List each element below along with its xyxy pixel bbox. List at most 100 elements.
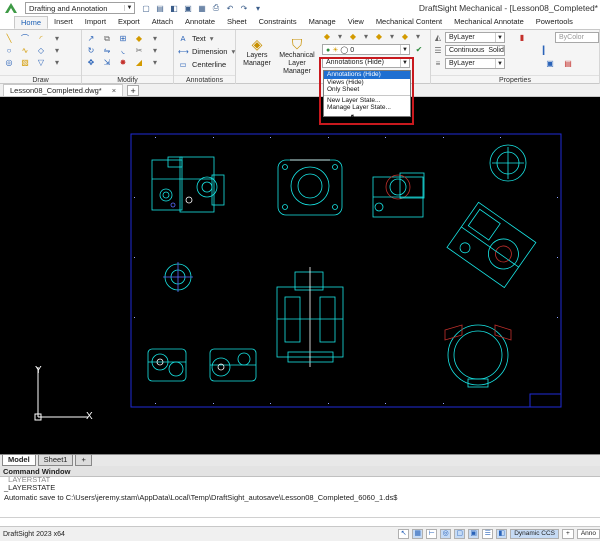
color-bars-icon[interactable]: ▮ [517, 33, 527, 42]
rectangle-icon[interactable]: ◇ [36, 46, 46, 55]
properties-icon[interactable]: ▣ [545, 59, 555, 68]
workspace-select[interactable]: Drafting and Annotation ▼ [25, 2, 135, 14]
polar-icon[interactable]: ◎ [440, 529, 452, 539]
open-icon[interactable]: ◧ [169, 3, 179, 13]
mirror-icon[interactable]: ⇋ [102, 46, 112, 55]
layer-tool-4-icon[interactable]: ◆ [400, 32, 410, 41]
document-tab[interactable]: Lesson08_Completed.dwg* × [3, 84, 124, 96]
lineweight-toggle-icon[interactable]: ☰ [482, 529, 494, 539]
copy-icon[interactable]: ⧉ [102, 34, 112, 43]
dropdown-item-views-hide[interactable]: Views (Hide) [324, 79, 410, 87]
annotation-scale-button[interactable]: Anno [576, 529, 600, 539]
draftsight-logo-icon[interactable] [3, 1, 19, 15]
bycolor-combo[interactable]: ByColor [555, 32, 599, 43]
modify-more-3-icon[interactable]: ▾ [150, 58, 160, 67]
quick-input-icon[interactable]: ◧ [496, 529, 508, 539]
dropdown-item-manage-layer-state[interactable]: Manage Layer State... [324, 104, 410, 112]
color-combo[interactable]: ByLayer ▼ [445, 32, 505, 43]
layer-tool-3-menu-icon[interactable]: ▾ [387, 32, 397, 41]
explode-icon[interactable]: ✸ [118, 58, 128, 67]
layer-tool-2-menu-icon[interactable]: ▾ [361, 32, 371, 41]
redo-icon[interactable]: ↷ [239, 3, 249, 13]
undo-icon[interactable]: ↶ [225, 3, 235, 13]
layer-tool-3-icon[interactable]: ◆ [374, 32, 384, 41]
hatch-icon[interactable]: ▧ [20, 58, 30, 67]
offset-icon[interactable]: ◢ [134, 58, 144, 67]
tab-export[interactable]: Export [112, 16, 146, 29]
tab-constraints[interactable]: Constraints [253, 16, 303, 29]
transparency-icon[interactable]: ▎ [541, 46, 551, 55]
new-document-button[interactable]: + [127, 84, 140, 96]
arc-icon[interactable]: ◜ [36, 34, 46, 43]
layer-tool-1-menu-icon[interactable]: ▾ [335, 32, 345, 41]
esnap-icon[interactable]: ▢ [454, 529, 466, 539]
dropdown-item-annotations-hide[interactable]: Annotations (Hide) [324, 71, 410, 79]
add-sheet-button[interactable]: + [75, 455, 92, 466]
check-icon[interactable]: ✔ [414, 45, 424, 54]
spline-icon[interactable]: ∿ [20, 46, 30, 55]
grid-icon[interactable]: ▦ [412, 529, 424, 539]
eraser-icon[interactable]: ◆ [134, 34, 144, 43]
lineweight-icon[interactable]: ≡ [433, 59, 443, 68]
layer-tool-2-icon[interactable]: ◆ [348, 32, 358, 41]
tab-mechanical-annotate[interactable]: Mechanical Annotate [448, 16, 530, 29]
circle-icon[interactable]: ○ [4, 46, 14, 55]
tab-insert[interactable]: Insert [48, 16, 79, 29]
command-input[interactable] [0, 517, 600, 525]
tab-model[interactable]: Model [2, 455, 36, 466]
layer-tool-4-menu-icon[interactable]: ▾ [413, 32, 423, 41]
line-icon[interactable]: ╲ [4, 34, 14, 43]
tab-sheet[interactable]: Sheet [221, 16, 253, 29]
tab-sheet1[interactable]: Sheet1 [37, 455, 74, 466]
ortho-icon[interactable]: ⊢ [426, 529, 438, 539]
draw-more-3-icon[interactable]: ▾ [52, 58, 62, 67]
save-as-icon[interactable]: ▦ [197, 3, 207, 13]
match-properties-icon[interactable]: ◭ [433, 33, 443, 42]
layers-manager-button[interactable]: ◈ Layers Manager [240, 36, 274, 68]
layer-combo[interactable]: ● ☀ ◯ 0 ▼ [322, 44, 410, 55]
text-button[interactable]: A Text ▾ [178, 33, 213, 44]
dropdown-item-new-layer-state[interactable]: New Layer State... [324, 97, 410, 105]
linetype-icon[interactable]: ☰ [433, 46, 443, 55]
tab-import[interactable]: Import [79, 16, 112, 29]
centerline-button[interactable]: ▭ Centerline [178, 59, 226, 70]
stretch-icon[interactable]: ✥ [86, 58, 96, 67]
scale-icon[interactable]: ⇲ [102, 58, 112, 67]
new-file-icon[interactable]: ▢ [141, 3, 151, 13]
layer-tool-1-icon[interactable]: ◆ [322, 32, 332, 41]
tab-home[interactable]: Home [14, 16, 49, 29]
tab-powertools[interactable]: Powertools [530, 16, 579, 29]
array-icon[interactable]: ⊞ [118, 34, 128, 43]
dynamic-ccs-button[interactable]: Dynamic CCS [510, 529, 560, 539]
draw-more-2-icon[interactable]: ▾ [52, 46, 62, 55]
print-icon[interactable]: ⎙ [211, 3, 221, 13]
modify-more-icon[interactable]: ▾ [150, 34, 160, 43]
customize-icon[interactable]: ▾ [253, 3, 263, 13]
tab-view[interactable]: View [342, 16, 370, 29]
status-plus-button[interactable]: + [562, 529, 574, 539]
fillet-icon[interactable]: ◟ [118, 46, 128, 55]
dropdown-item-only-sheet[interactable]: Only Sheet [324, 86, 410, 94]
linetype-combo[interactable]: Continuous Solid ▼ [445, 45, 505, 56]
tab-manage[interactable]: Manage [303, 16, 342, 29]
trim-icon[interactable]: ✂ [134, 46, 144, 55]
close-icon[interactable]: × [112, 85, 116, 96]
tab-mechanical-content[interactable]: Mechanical Content [370, 16, 448, 29]
modify-more-2-icon[interactable]: ▾ [150, 46, 160, 55]
mechanical-layer-manager-button[interactable]: ⛉ Mechanical Layer Manager [276, 36, 318, 76]
draw-more-icon[interactable]: ▾ [52, 34, 62, 43]
ellipse-icon[interactable]: ◎ [4, 58, 14, 67]
snap-icon[interactable]: ↖ [398, 529, 410, 539]
quick-select-icon[interactable]: ▤ [563, 59, 573, 68]
rotate-icon[interactable]: ↻ [86, 46, 96, 55]
open-folder-icon[interactable]: ▤ [155, 3, 165, 13]
move-icon[interactable]: ↗ [86, 34, 96, 43]
save-icon[interactable]: ▣ [183, 3, 193, 13]
drawing-canvas[interactable]: Y X [0, 97, 600, 454]
polyline-icon[interactable]: ⌒ [20, 34, 30, 43]
tab-annotate[interactable]: Annotate [179, 16, 221, 29]
dimension-button[interactable]: ⟷ Dimension ▾ [178, 46, 235, 57]
etrack-icon[interactable]: ▣ [468, 529, 480, 539]
lineweight-combo[interactable]: ByLayer ▼ [445, 58, 505, 69]
polygon-icon[interactable]: ▽ [36, 58, 46, 67]
